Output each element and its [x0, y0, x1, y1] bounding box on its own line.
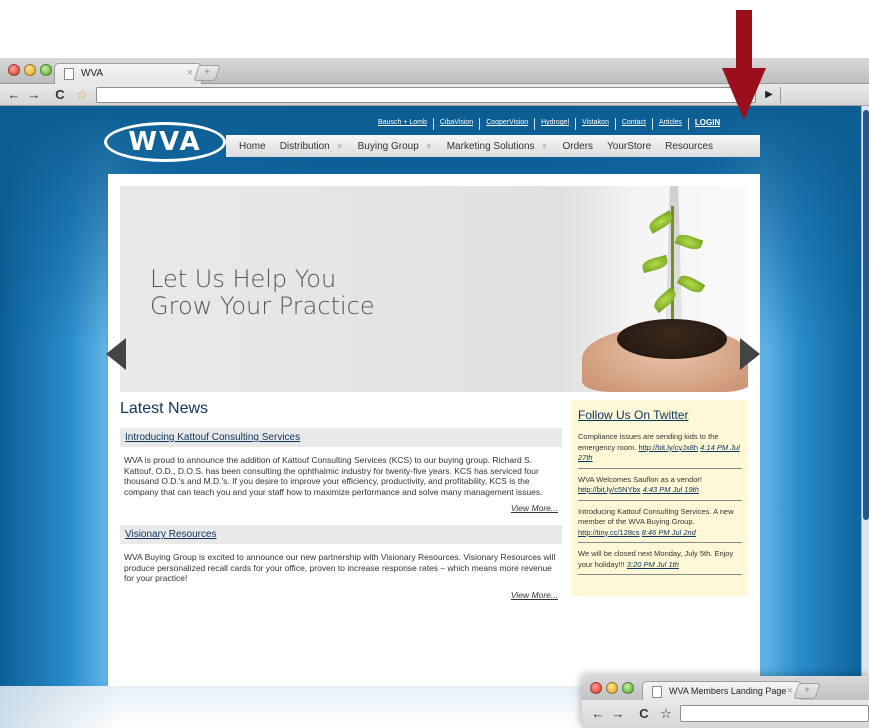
wva-logo[interactable]: WVA — [104, 122, 226, 162]
nav-resources[interactable]: Resources — [658, 141, 720, 152]
browser-tab[interactable]: WVA × — [54, 63, 202, 84]
tab-close-icon[interactable]: × — [787, 685, 793, 697]
twitter-panel: Follow Us On Twitter Compliance issues a… — [572, 400, 748, 596]
tweet: We will be closed next Monday, July 5th.… — [578, 549, 742, 575]
screenshot-root: WVA × + ← → C ☆ ▶ WVA Bausch + Lomb Ciba… — [0, 0, 869, 728]
new-tab-button[interactable]: + — [193, 65, 221, 81]
dropdown-caret-icon: ▼ — [424, 141, 433, 151]
dropdown-caret-icon: ▼ — [540, 141, 549, 151]
close-window-button[interactable] — [590, 682, 602, 694]
toolbar-divider — [780, 87, 781, 103]
close-window-button[interactable] — [8, 64, 20, 76]
reflection-shade — [0, 686, 120, 728]
bookmark-star-icon[interactable]: ☆ — [74, 87, 90, 103]
reload-button[interactable]: C — [52, 87, 68, 103]
second-tab-bar: WVA Members Landing Page × + — [582, 676, 869, 700]
hero-soil-image — [617, 319, 727, 359]
tweet-time[interactable]: 4:43 PM Jul 19th — [643, 485, 699, 494]
address-bar[interactable] — [680, 705, 869, 722]
view-more-link[interactable]: View More... — [120, 590, 558, 600]
minimize-window-button[interactable] — [606, 682, 618, 694]
back-button[interactable]: ← — [590, 706, 606, 722]
tweet: WVA Welcomes Sauflon as a vendor! http:/… — [578, 475, 742, 501]
plus-icon: + — [804, 685, 810, 696]
page-icon — [64, 68, 74, 80]
browser-window: WVA × + ← → C ☆ ▶ WVA Bausch + Lomb Ciba… — [0, 58, 869, 686]
twitter-heading[interactable]: Follow Us On Twitter — [578, 408, 742, 422]
zoom-window-button[interactable] — [40, 64, 52, 76]
window-controls — [590, 682, 634, 694]
browser-tab[interactable]: WVA Members Landing Page × — [642, 681, 802, 700]
content-panel: Let Us Help You Grow Your Practice Lates… — [108, 174, 760, 686]
tweet-time[interactable]: 3:20 PM Jul 1th — [627, 560, 679, 569]
article-body: WVA Buying Group is excited to announce … — [124, 552, 556, 583]
tweet-link[interactable]: http://tiny.cc/128cs — [578, 528, 640, 537]
page-scrollbar[interactable] — [861, 106, 869, 686]
scrollbar-thumb[interactable] — [863, 110, 869, 520]
minimize-window-button[interactable] — [24, 64, 36, 76]
article-link-kattouf[interactable]: Introducing Kattouf Consulting Services — [125, 432, 300, 443]
top-link-hydrogel[interactable]: Hydrogel — [535, 118, 577, 130]
tab-close-icon[interactable]: × — [187, 67, 193, 79]
tweet-link[interactable]: http://bit.ly/cyJx8h — [638, 443, 698, 452]
hero-headline: Let Us Help You Grow Your Practice — [150, 265, 375, 320]
page-icon — [652, 686, 662, 698]
tweet-time[interactable]: 8:46 PM Jul 2nd — [642, 528, 696, 537]
login-link[interactable]: LOGIN — [689, 118, 726, 130]
nav-home[interactable]: Home — [232, 141, 273, 152]
top-link-coopervision[interactable]: CooperVision — [480, 118, 536, 130]
news-heading: Latest News — [120, 400, 209, 417]
new-tab-button[interactable]: + — [793, 683, 821, 699]
hero-banner: Let Us Help You Grow Your Practice — [120, 186, 748, 392]
main-nav: Home Distribution ▼ Buying Group ▼ Marketi… — [226, 135, 760, 157]
article-link-visionary[interactable]: Visionary Resources — [125, 529, 217, 540]
tweet: Introducing Kattouf Consulting Services.… — [578, 507, 742, 543]
nav-yourstore[interactable]: YourStore — [600, 141, 658, 152]
top-links: Bausch + Lomb CibaVision CooperVision Hy… — [372, 118, 726, 130]
dropdown-caret-icon: ▼ — [335, 141, 344, 151]
top-link-vistakon[interactable]: Vistakon — [576, 118, 616, 130]
tab-title: WVA — [81, 68, 104, 79]
top-link-contact[interactable]: Contact — [616, 118, 653, 130]
nav-marketing-solutions[interactable]: Marketing Solutions ▼ — [440, 141, 556, 152]
logo-text: WVA — [128, 127, 202, 157]
back-button[interactable]: ← — [6, 87, 22, 103]
plant-stem-image — [671, 206, 674, 326]
carousel-next-arrow-icon[interactable] — [740, 338, 760, 370]
top-link-bausch-lomb[interactable]: Bausch + Lomb — [372, 118, 434, 130]
nav-buying-group[interactable]: Buying Group ▼ — [351, 141, 440, 152]
article-title: Visionary Resources — [120, 525, 562, 544]
second-browser-window: WVA Members Landing Page × + ← → C ☆ — [582, 676, 869, 728]
forward-button[interactable]: → — [26, 87, 42, 103]
article-body: WVA is proud to announce the addition of… — [124, 455, 543, 497]
webpage: WVA Bausch + Lomb CibaVision CooperVisio… — [0, 106, 869, 686]
nav-orders[interactable]: Orders — [555, 141, 600, 152]
plus-icon: + — [204, 67, 210, 78]
zoom-window-button[interactable] — [622, 682, 634, 694]
carousel-prev-arrow-icon[interactable] — [106, 338, 126, 370]
top-link-articles[interactable]: Articles — [653, 118, 689, 130]
view-more-link[interactable]: View More... — [120, 503, 558, 513]
article-title: Introducing Kattouf Consulting Services — [120, 428, 562, 447]
bookmark-star-icon[interactable]: ☆ — [658, 706, 674, 722]
window-controls — [8, 64, 52, 76]
tab-title: WVA Members Landing Page — [669, 686, 787, 696]
tweet: Compliance issues are sending kids to th… — [578, 432, 742, 469]
address-bar[interactable] — [96, 87, 756, 103]
tweet-link[interactable]: http://bit.ly/c5NYbx — [578, 485, 641, 494]
forward-button[interactable]: → — [610, 706, 626, 722]
second-browser-toolbar: ← → C ☆ — [582, 700, 869, 728]
annotation-arrow-icon — [722, 10, 766, 120]
reload-button[interactable]: C — [636, 706, 652, 722]
nav-distribution[interactable]: Distribution ▼ — [273, 141, 351, 152]
top-link-cibavision[interactable]: CibaVision — [434, 118, 481, 130]
latest-news: Latest News Introducing Kattouf Consulti… — [120, 400, 562, 612]
arrow-shape — [722, 10, 766, 120]
